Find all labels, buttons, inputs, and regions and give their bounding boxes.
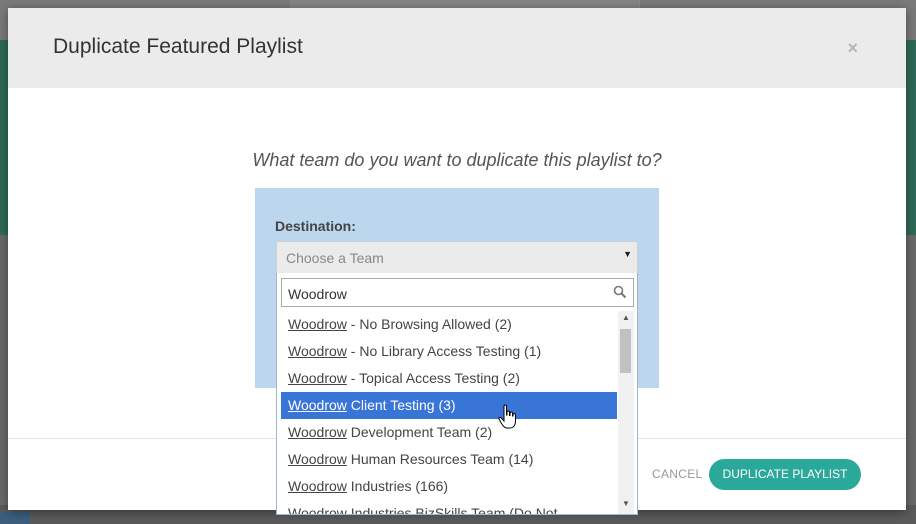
team-option-match: Woodrow bbox=[288, 397, 347, 413]
team-option[interactable]: Woodrow Client Testing (3) bbox=[281, 392, 617, 419]
team-search-value: Woodrow bbox=[288, 286, 347, 302]
scrollbar-thumb[interactable] bbox=[620, 329, 631, 373]
team-option-match: Woodrow bbox=[288, 343, 347, 359]
team-option[interactable]: Woodrow - No Browsing Allowed (2) bbox=[281, 311, 617, 338]
search-icon bbox=[613, 285, 627, 299]
team-option-label: - No Browsing Allowed (2) bbox=[346, 316, 512, 332]
team-option-match: Woodrow bbox=[288, 451, 347, 467]
team-option[interactable]: Woodrow - No Library Access Testing (1) bbox=[281, 338, 617, 365]
team-option[interactable]: Woodrow Industries BizSkills Team (Do No… bbox=[281, 500, 617, 515]
background-accent bbox=[0, 512, 30, 524]
team-option-label: - No Library Access Testing (1) bbox=[346, 343, 542, 359]
cancel-button[interactable]: CANCEL bbox=[652, 467, 702, 481]
team-option-match: Woodrow bbox=[288, 370, 347, 386]
team-option-match: Woodrow bbox=[288, 478, 347, 494]
team-option-match: Woodrow bbox=[288, 316, 347, 332]
duplicate-playlist-button[interactable]: DUPLICATE PLAYLIST bbox=[709, 459, 861, 490]
team-dropdown: Woodrow Woodrow - No Browsing Allowed (2… bbox=[276, 273, 638, 515]
team-select[interactable]: Choose a Team ▼ bbox=[276, 241, 638, 273]
team-search-input[interactable]: Woodrow bbox=[281, 278, 634, 307]
chevron-down-icon[interactable]: ▼ bbox=[623, 249, 632, 259]
team-option-match: Woodrow bbox=[288, 424, 347, 440]
team-option-label: Industries BizSkills Team (Do Not bbox=[346, 505, 558, 515]
team-option[interactable]: Woodrow Development Team (2) bbox=[281, 419, 617, 446]
team-option[interactable]: Woodrow Industries (166) bbox=[281, 473, 617, 500]
hand-cursor-icon bbox=[498, 404, 516, 429]
modal-header: Duplicate Featured Playlist × bbox=[8, 8, 906, 88]
modal-title: Duplicate Featured Playlist bbox=[53, 35, 303, 58]
scroll-down-icon[interactable]: ▼ bbox=[618, 497, 634, 511]
team-option-label: Development Team (2) bbox=[346, 424, 493, 440]
scroll-up-icon[interactable]: ▲ bbox=[618, 311, 634, 325]
destination-label: Destination: bbox=[275, 218, 356, 234]
dropdown-scrollbar[interactable]: ▲ ▼ bbox=[618, 311, 634, 514]
team-option[interactable]: Woodrow Human Resources Team (14) bbox=[281, 446, 617, 473]
team-select-placeholder: Choose a Team bbox=[286, 250, 384, 266]
team-option-label: Human Resources Team (14) bbox=[346, 451, 534, 467]
close-icon[interactable]: × bbox=[847, 38, 858, 59]
team-option-label: Industries (166) bbox=[346, 478, 449, 494]
destination-question: What team do you want to duplicate this … bbox=[252, 150, 662, 170]
team-option-label: Client Testing (3) bbox=[346, 397, 456, 413]
team-options-list: Woodrow - No Browsing Allowed (2) Woodrow… bbox=[281, 311, 617, 515]
team-option[interactable]: Woodrow - Topical Access Testing (2) bbox=[281, 365, 617, 392]
team-option-label: - Topical Access Testing (2) bbox=[346, 370, 520, 386]
team-option-match: Woodrow bbox=[288, 505, 347, 515]
